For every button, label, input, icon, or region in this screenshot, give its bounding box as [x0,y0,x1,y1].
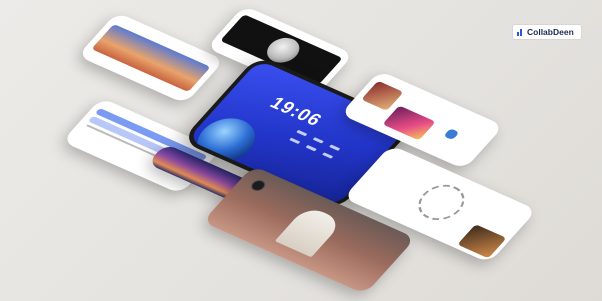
prayer-cell [305,144,317,152]
media-thumb [443,128,460,141]
dhikr-photo [457,224,507,259]
prayer-cell [289,137,301,145]
bar-chart-icon [517,28,524,36]
prayer-cell [322,152,334,159]
arch-window [274,205,344,258]
dhikr-ring [409,178,474,227]
prayer-cell [312,137,324,144]
brand-name: CollabDeen [527,27,574,37]
mosque-card [77,12,225,104]
clock-time: 19:06 [265,93,327,130]
media-photo-2 [382,105,436,141]
camera-icon [248,178,268,193]
prayer-cell [329,144,341,151]
prayer-cell [296,129,308,137]
brand-badge: CollabDeen [512,24,582,40]
mockup-canvas: CollabDeen 19:06 [0,0,602,301]
